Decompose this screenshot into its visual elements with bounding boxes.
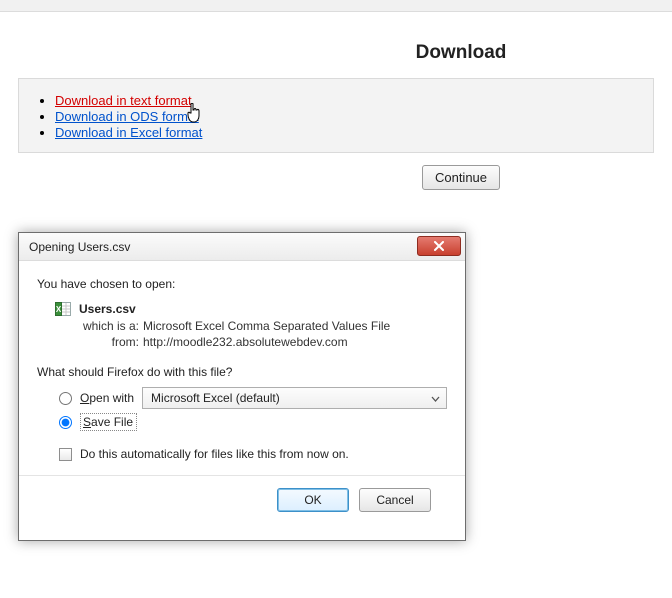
chevron-down-icon [431, 391, 440, 405]
dialog-question: What should Firefox do with this file? [37, 365, 447, 379]
cancel-button[interactable]: Cancel [359, 488, 431, 512]
auto-checkbox[interactable] [59, 448, 72, 461]
auto-label: Do this automatically for files like thi… [80, 447, 349, 461]
page-title: Download [0, 42, 672, 64]
file-open-dialog: Opening Users.csv You have chosen to ope… [18, 232, 466, 541]
dialog-filename: Users.csv [79, 302, 136, 316]
ok-button[interactable]: OK [277, 488, 349, 512]
download-ods-format-link[interactable]: Download in ODS format [55, 109, 199, 124]
save-file-label: Save File [80, 413, 137, 431]
list-item: Download in text format [55, 93, 637, 108]
which-is-label: which is a: [81, 319, 139, 333]
list-item: Download in ODS format [55, 109, 637, 124]
open-with-radio[interactable] [59, 392, 72, 405]
dialog-intro: You have chosen to open: [37, 277, 447, 291]
save-file-row: Save File [59, 413, 447, 431]
auto-row: Do this automatically for files like thi… [59, 447, 447, 461]
which-is-value: Microsoft Excel Comma Separated Values F… [143, 319, 390, 333]
open-with-selected-value: Microsoft Excel (default) [151, 391, 280, 405]
dialog-footer: OK Cancel [37, 476, 447, 526]
save-file-radio[interactable] [59, 416, 72, 429]
download-excel-format-link[interactable]: Download in Excel format [55, 125, 202, 140]
continue-button[interactable]: Continue [422, 165, 500, 190]
open-with-label: Open with [80, 391, 134, 405]
svg-text:X: X [56, 305, 62, 314]
download-text-format-link[interactable]: Download in text format [55, 93, 192, 108]
download-panel: Download in text format Download in ODS … [18, 78, 654, 153]
from-value: http://moodle232.absolutewebdev.com [143, 335, 348, 349]
from-label: from: [81, 335, 139, 349]
close-button[interactable] [417, 236, 461, 256]
dialog-title: Opening Users.csv [29, 240, 130, 254]
close-icon [433, 241, 445, 251]
window-tab-strip [0, 0, 672, 12]
open-with-select[interactable]: Microsoft Excel (default) [142, 387, 447, 409]
open-with-row: Open with Microsoft Excel (default) [59, 387, 447, 409]
continue-row: Continue [0, 165, 672, 190]
dialog-titlebar[interactable]: Opening Users.csv [19, 233, 465, 261]
list-item: Download in Excel format [55, 125, 637, 140]
csv-file-icon: X [55, 301, 71, 317]
